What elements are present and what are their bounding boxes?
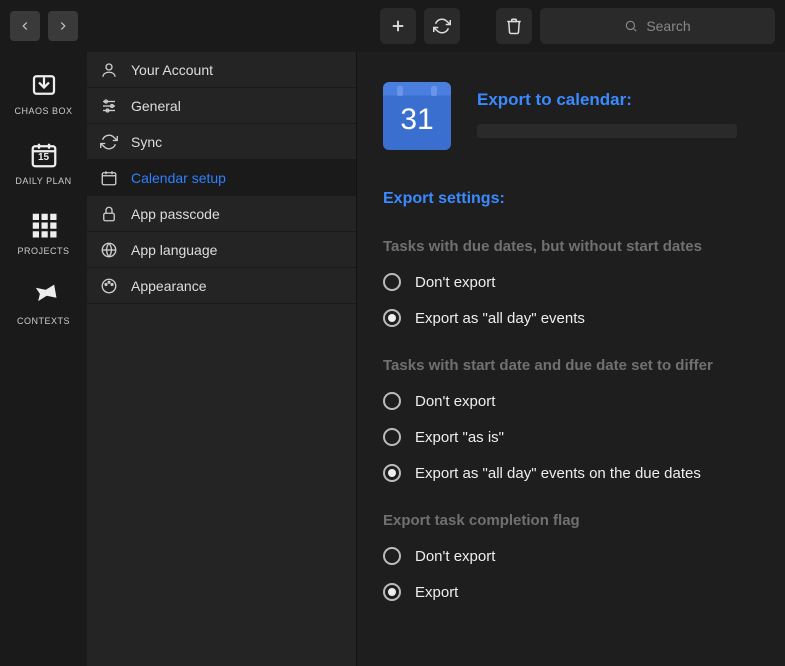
settings-your-account[interactable]: Your Account (87, 52, 356, 88)
radio-icon (383, 428, 401, 446)
plus-icon (389, 17, 407, 35)
rail-projects[interactable]: Projects (0, 210, 87, 256)
chaos-box-badge: 2 (73, 52, 79, 54)
inbox-icon (29, 70, 59, 100)
radio-icon (383, 547, 401, 565)
nav-back-button[interactable] (10, 11, 40, 41)
settings-content: 31 Export to calendar: Export settings: … (357, 52, 785, 666)
rail-chaos-box[interactable]: Chaos Box (0, 70, 87, 116)
radio-checked-icon (383, 309, 401, 327)
settings-app-passcode[interactable]: App passcode (87, 196, 356, 232)
group1-label: Tasks with due dates, but without start … (383, 238, 759, 255)
settings-list: Your Account General Sync Calendar setup… (87, 52, 357, 666)
group2-option-all-day-due[interactable]: Export as "all day" events on the due da… (383, 464, 759, 482)
rail-daily-plan[interactable]: 15 Daily Plan (0, 140, 87, 186)
search-placeholder: Search (646, 18, 690, 34)
settings-sync[interactable]: Sync (87, 124, 356, 160)
calendar-icon (99, 168, 119, 188)
radio-icon (383, 392, 401, 410)
sync-icon (433, 17, 451, 35)
grid-icon (29, 210, 59, 240)
group3-label: Export task completion flag (383, 512, 759, 529)
group2-label: Tasks with start date and due date set t… (383, 357, 759, 374)
sync-small-icon (99, 132, 119, 152)
rail-contexts[interactable]: Contexts (0, 280, 87, 326)
search-input[interactable]: Search (540, 8, 775, 44)
lock-icon (99, 204, 119, 224)
radio-checked-icon (383, 464, 401, 482)
palette-icon (99, 276, 119, 296)
export-settings-heading: Export settings: (383, 190, 759, 208)
search-icon (624, 19, 638, 33)
nav-forward-button[interactable] (48, 11, 78, 41)
calendar-account-placeholder (477, 124, 737, 138)
chevron-right-icon (56, 19, 70, 33)
group3-option-export[interactable]: Export (383, 583, 759, 601)
group2-option-dont-export[interactable]: Don't export (383, 392, 759, 410)
radio-checked-icon (383, 583, 401, 601)
top-bar: Search (0, 0, 785, 52)
sync-button[interactable] (424, 8, 460, 44)
settings-appearance[interactable]: Appearance (87, 268, 356, 304)
google-calendar-icon: 31 (383, 82, 451, 150)
radio-icon (383, 273, 401, 291)
group3-option-dont-export[interactable]: Don't export (383, 547, 759, 565)
calendar-day-icon: 15 (29, 140, 59, 170)
group1-option-all-day[interactable]: Export as "all day" events (383, 309, 759, 327)
trash-icon (505, 17, 523, 35)
chevron-left-icon (18, 19, 32, 33)
sliders-icon (99, 96, 119, 116)
group1-option-dont-export[interactable]: Don't export (383, 273, 759, 291)
pin-icon (29, 280, 59, 310)
person-icon (99, 60, 119, 80)
add-button[interactable] (380, 8, 416, 44)
settings-general[interactable]: General (87, 88, 356, 124)
delete-button[interactable] (496, 8, 532, 44)
nav-rail: 2 Chaos Box 15 Daily Plan Projects (0, 52, 87, 666)
export-to-calendar-heading: Export to calendar: (477, 90, 737, 110)
globe-icon (99, 240, 119, 260)
settings-app-language[interactable]: App language (87, 232, 356, 268)
group2-option-as-is[interactable]: Export "as is" (383, 428, 759, 446)
settings-calendar-setup[interactable]: Calendar setup (87, 160, 356, 196)
